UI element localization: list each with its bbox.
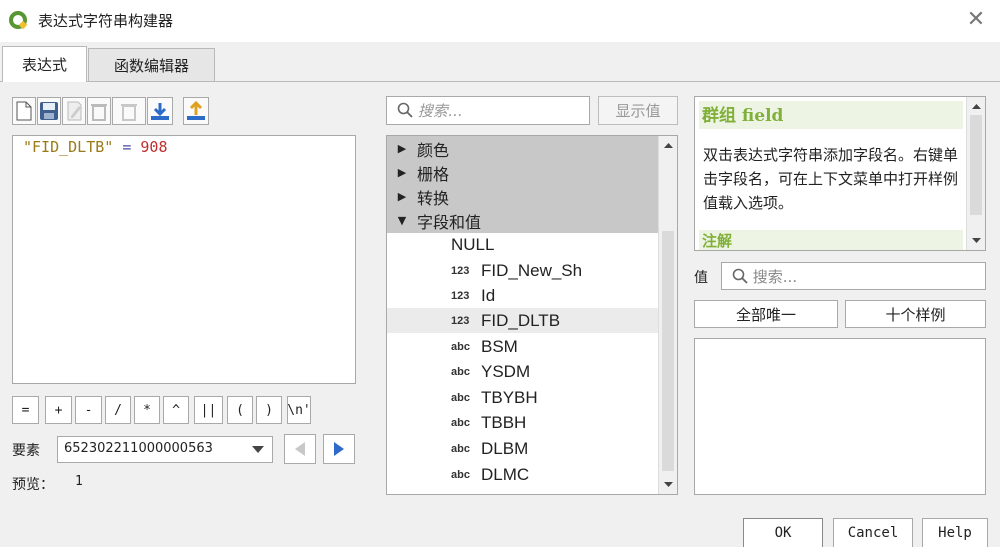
previous-feature-button[interactable]	[284, 434, 316, 464]
tree-field-item[interactable]: abc DLMC	[387, 462, 659, 487]
tree-category-conversion[interactable]: ▶ 转换	[387, 184, 659, 209]
values-label: 值	[694, 270, 708, 286]
op-concat-button[interactable]: ||	[194, 396, 223, 424]
next-icon	[334, 442, 344, 456]
tab-function-editor[interactable]: 函数编辑器	[88, 48, 215, 81]
show-values-button[interactable]: 显示值	[598, 96, 678, 125]
tree-scrollbar[interactable]	[658, 136, 677, 494]
qgis-logo-icon	[9, 11, 28, 30]
edit-icon	[67, 101, 82, 121]
expr-field-token: "FID_DLTB"	[23, 138, 114, 156]
search-input[interactable]: 搜索...	[386, 96, 590, 125]
tree-field-item-selected[interactable]: 123 FID_DLTB	[387, 308, 659, 333]
expr-number-token: 908	[140, 138, 168, 156]
tree-field-item[interactable]: 123 Id	[387, 283, 659, 308]
expand-icon: ▶	[397, 190, 407, 203]
tree-category-raster[interactable]: ▶ 栅格	[387, 160, 659, 185]
op-plus-button[interactable]: +	[45, 396, 72, 424]
tab-expression[interactable]: 表达式	[2, 46, 87, 82]
help-button[interactable]: Help	[922, 518, 988, 547]
tree-field-item[interactable]: abc YSDM	[387, 359, 659, 384]
ok-button[interactable]: OK	[743, 518, 823, 547]
expression-editor[interactable]: "FID_DLTB" = 908	[12, 135, 356, 384]
op-divide-button[interactable]: /	[105, 396, 131, 424]
expression-builder-dialog: 表达式字符串构建器 ✕ 表达式 函数编辑器 "FID_DLTB" = 908 =…	[0, 0, 1000, 547]
window-title: 表达式字符串构建器	[38, 12, 174, 30]
tab-divider	[0, 81, 1000, 82]
op-multiply-button[interactable]: *	[134, 396, 160, 424]
scrollbar-thumb[interactable]	[970, 115, 982, 215]
op-equals-button[interactable]: =	[12, 396, 39, 424]
op-power-button[interactable]: ^	[163, 396, 189, 424]
preview-value: 1	[75, 474, 83, 489]
op-newline-button[interactable]: \n'	[287, 396, 311, 424]
import-icon	[151, 103, 169, 120]
tree-field-item[interactable]: NULL	[387, 232, 659, 257]
values-list[interactable]	[694, 338, 986, 495]
export-button[interactable]	[183, 97, 209, 125]
export-icon	[187, 101, 205, 120]
delete-button[interactable]	[87, 97, 111, 125]
op-minus-button[interactable]: -	[75, 396, 102, 424]
trash-icon	[121, 104, 137, 121]
tree-field-item[interactable]: abc TBYBH	[387, 385, 659, 410]
delete-button-2[interactable]	[112, 97, 146, 125]
save-button[interactable]	[37, 97, 61, 125]
close-icon[interactable]: ✕	[964, 8, 988, 32]
collapse-icon: ▼	[397, 214, 407, 227]
new-file-icon	[16, 101, 32, 121]
help-section-heading: 注解	[699, 230, 963, 250]
help-panel: 群组 field 双击表达式字符串添加字段名。右键单击字段名，可在上下文菜单中打…	[694, 96, 986, 251]
op-open-paren-button[interactable]: (	[227, 396, 253, 424]
expand-icon: ▶	[397, 142, 407, 155]
preview-label: 预览：	[12, 477, 54, 493]
scroll-up-icon	[972, 104, 981, 109]
tree-field-item[interactable]: abc DLBM	[387, 436, 659, 461]
title-bar: 表达式字符串构建器 ✕	[0, 0, 1000, 42]
feature-label: 要素	[12, 443, 40, 459]
search-icon	[732, 268, 748, 284]
scroll-down-icon	[972, 238, 981, 243]
tree-category-color[interactable]: ▶ 颜色	[387, 136, 659, 161]
new-file-button[interactable]	[12, 97, 36, 125]
help-body: 双击表达式字符串添加字段名。右键单击字段名，可在上下文菜单中打开样例值载入选项。	[703, 146, 959, 212]
function-tree: ▶ 颜色 ▶ 栅格 ▶ 转换 ▼ 字段和值 NULL 123 FID_New_Sh 123…	[386, 135, 678, 495]
help-title: 群组 field	[699, 101, 963, 129]
expr-operator-token: =	[122, 138, 132, 156]
search-placeholder: 搜索...	[417, 102, 463, 120]
values-search-input[interactable]: 搜索...	[721, 262, 986, 290]
tree-field-item[interactable]: abc TBBH	[387, 410, 659, 435]
feature-select[interactable]: 652302211000000563	[57, 436, 273, 463]
save-icon	[40, 102, 58, 120]
scrollbar-thumb[interactable]	[662, 231, 674, 471]
help-scrollbar[interactable]	[966, 97, 985, 250]
tree-field-item[interactable]: abc BSM	[387, 334, 659, 359]
delete-icon	[91, 104, 107, 121]
import-button[interactable]	[147, 97, 173, 125]
ten-samples-button[interactable]: 十个样例	[845, 300, 986, 328]
chevron-down-icon	[252, 446, 264, 453]
edit-button[interactable]	[62, 97, 86, 125]
all-unique-button[interactable]: 全部唯一	[694, 300, 838, 328]
cancel-button[interactable]: Cancel	[833, 518, 913, 547]
expand-icon: ▶	[397, 166, 407, 179]
scroll-down-icon	[664, 482, 673, 487]
tree-field-item[interactable]: 123 FID_New_Sh	[387, 258, 659, 283]
scroll-up-icon	[664, 143, 673, 148]
previous-icon	[295, 442, 305, 456]
search-icon	[397, 102, 413, 118]
feature-value: 652302211000000563	[64, 441, 213, 456]
op-close-paren-button[interactable]: )	[256, 396, 282, 424]
tree-category-fields-values[interactable]: ▼ 字段和值	[387, 208, 659, 233]
next-feature-button[interactable]	[323, 434, 355, 464]
values-search-placeholder: 搜索...	[752, 268, 798, 286]
